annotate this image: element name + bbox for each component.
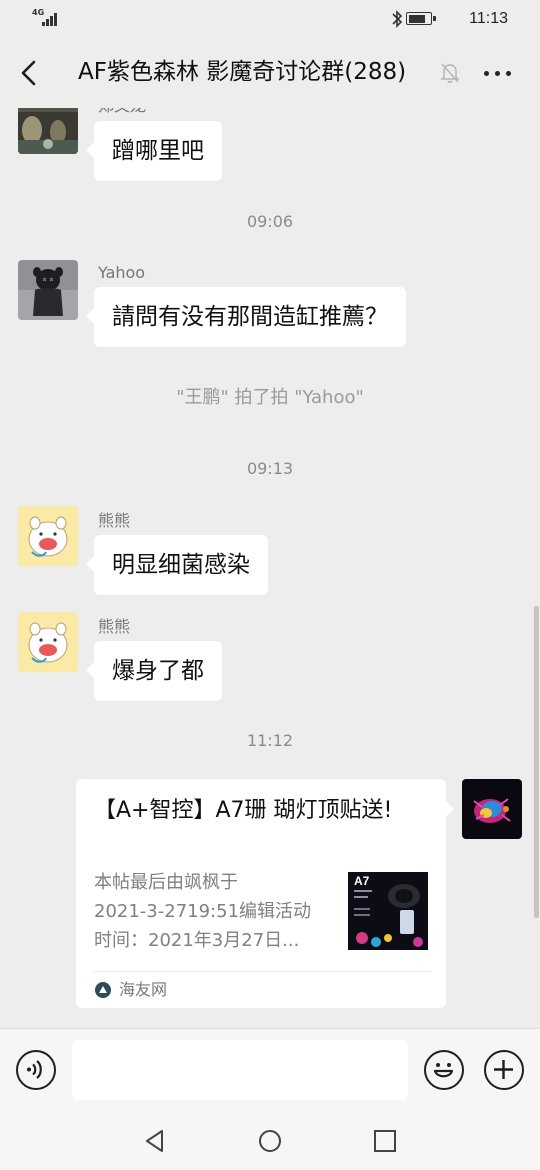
bell-muted-icon	[440, 63, 460, 83]
triangle-back-icon[interactable]	[142, 1128, 168, 1154]
square-recents-icon[interactable]	[372, 1128, 398, 1154]
card-desc-line: 2021-3-2719:51编辑活动	[94, 901, 312, 922]
card-thumbnail: A7	[348, 872, 428, 950]
bluetooth-icon	[392, 10, 403, 28]
card-desc-line: 时间：2021年3月27日...	[94, 930, 300, 951]
emoji-icon[interactable]	[424, 1050, 464, 1090]
sender-name: 郑文龙	[98, 108, 146, 116]
divider	[94, 971, 432, 972]
scrollbar[interactable]	[534, 606, 539, 918]
card-source: 海友网	[119, 980, 168, 999]
link-card[interactable]: 【A+智控】A7珊 瑚灯顶贴送! 本帖最后由飒枫于 2021-3-2719:51…	[76, 779, 454, 1008]
message-list[interactable]: 郑文龙 蹭哪里吧 09:06 Yahoo 請問有没有那間造缸推薦？ "王鹏" 拍…	[0, 108, 540, 1028]
message-timestamp: 09:13	[246, 459, 294, 478]
avatar[interactable]	[18, 260, 78, 320]
chat-title: AF紫色森林 影魔奇讨论群(288)	[78, 59, 407, 85]
sender-name: 熊熊	[98, 617, 131, 636]
more-dots-icon[interactable]	[480, 58, 516, 88]
sender-name: Yahoo	[98, 263, 146, 282]
system-nav-bar	[0, 1110, 540, 1170]
chat-header: AF紫色森林 影魔奇讨论群(288)	[0, 38, 540, 108]
input-bar	[0, 1028, 540, 1110]
plus-icon[interactable]	[484, 1050, 524, 1090]
battery-icon	[406, 12, 436, 25]
card-title: 【A+智控】A7珊 瑚灯顶贴送!	[94, 798, 393, 823]
avatar[interactable]	[18, 612, 78, 672]
voice-icon[interactable]	[16, 1050, 56, 1090]
message-bubble[interactable]: 蹭哪里吧	[86, 121, 222, 181]
chevron-left-icon[interactable]	[14, 56, 46, 90]
card-desc-line: 本帖最后由飒枫于	[94, 872, 238, 893]
signal-bars-icon	[42, 12, 62, 26]
circle-home-icon[interactable]	[257, 1128, 283, 1154]
card-description: 本帖最后由飒枫于 2021-3-2719:51编辑活动 时间：2021年3月27…	[94, 868, 334, 955]
my-avatar[interactable]	[462, 779, 522, 839]
avatar[interactable]	[18, 506, 78, 566]
message-bubble[interactable]: 爆身了都	[86, 641, 222, 701]
message-input[interactable]	[72, 1040, 408, 1100]
sender-name: 熊熊	[98, 511, 131, 530]
system-notice: "王鹏" 拍了拍 "Yahoo"	[176, 387, 364, 408]
message-bubble[interactable]: 明显细菌感染	[86, 535, 268, 595]
avatar[interactable]	[18, 108, 78, 154]
card-thumb-label: A7	[354, 874, 370, 888]
message-bubble[interactable]: 請問有没有那間造缸推薦？	[86, 287, 406, 347]
message-timestamp: 09:06	[246, 212, 294, 231]
source-logo-icon	[95, 982, 111, 998]
message-timestamp: 11:12	[246, 731, 294, 750]
status-time: 11:13	[469, 10, 508, 27]
status-bar: 4G 11:13	[0, 0, 540, 38]
